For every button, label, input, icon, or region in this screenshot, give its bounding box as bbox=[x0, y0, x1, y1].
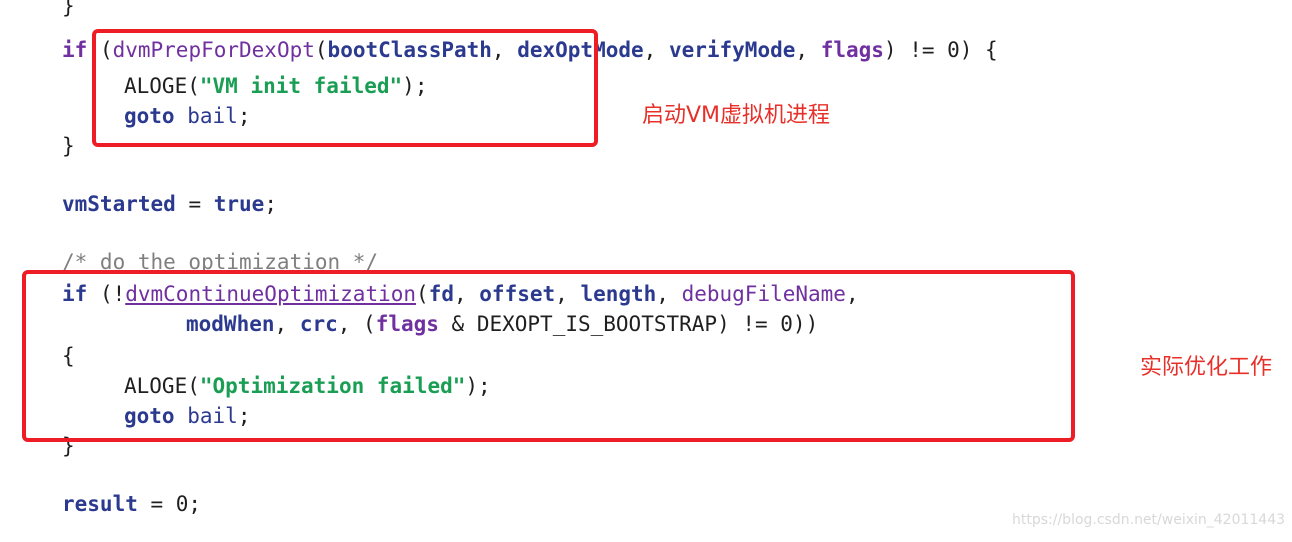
code-line: result = 0; bbox=[62, 492, 201, 516]
code-token-var-flags: flags bbox=[820, 38, 884, 62]
code-token-punct: = 0; bbox=[137, 492, 202, 516]
watermark-text: https://blog.csdn.net/weixin_42011443 bbox=[1012, 512, 1286, 528]
code-token-punct: = bbox=[175, 192, 214, 216]
code-line: } bbox=[62, 134, 75, 158]
code-token-keyword-true: true bbox=[213, 192, 265, 216]
code-token-var-verifyMode: verifyMode bbox=[668, 38, 796, 62]
code-token-punct: ) != 0) { bbox=[883, 38, 998, 62]
code-token-brace: } bbox=[62, 0, 75, 18]
code-token-var-result: result bbox=[62, 492, 138, 516]
highlight-box-vm-init bbox=[92, 29, 598, 147]
code-token-brace: } bbox=[62, 134, 75, 158]
code-token-punct: , bbox=[643, 38, 669, 62]
code-token-punct: ; bbox=[264, 192, 277, 216]
code-token-keyword-if: if bbox=[62, 38, 88, 62]
code-token-var-vmStarted: vmStarted bbox=[62, 192, 176, 216]
code-line: } bbox=[62, 0, 75, 18]
code-token-punct: , bbox=[795, 38, 821, 62]
annotation-vm-start: 启动VM虚拟机进程 bbox=[642, 103, 831, 128]
annotation-optimization-work: 实际优化工作 bbox=[1140, 355, 1273, 380]
highlight-box-optimization bbox=[22, 270, 1075, 442]
code-line: vmStarted = true; bbox=[62, 192, 277, 216]
